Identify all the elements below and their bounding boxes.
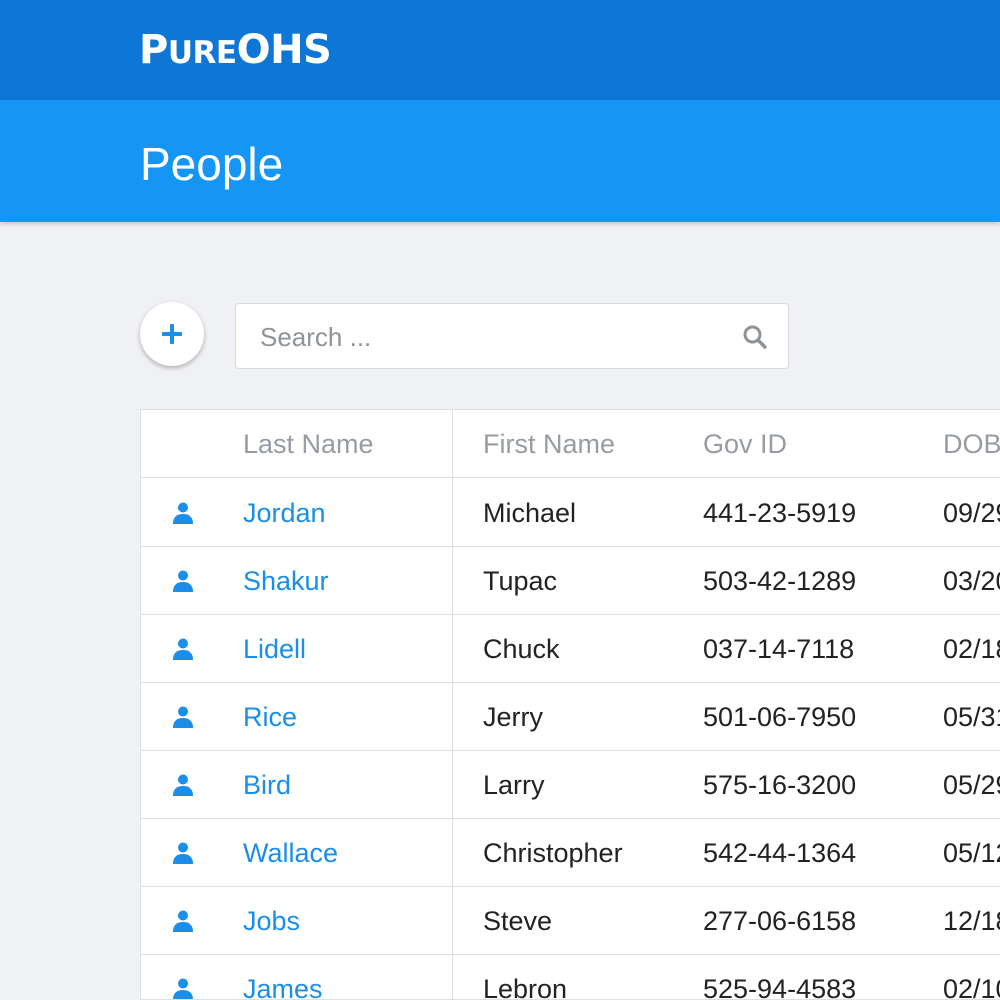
page-title: People bbox=[140, 138, 284, 190]
plus-icon bbox=[162, 324, 182, 344]
last-name-link[interactable]: Rice bbox=[243, 683, 297, 751]
first-name-cell: Christopher bbox=[483, 838, 623, 868]
logo-ohs: OHS bbox=[236, 27, 332, 73]
gov-id-cell: 277-06-6158 bbox=[703, 906, 857, 936]
table-row[interactable]: Bird Larry 575-16-3200 05/29 bbox=[141, 751, 1000, 819]
first-name-cell: Jerry bbox=[483, 702, 543, 732]
first-name-cell: Chuck bbox=[483, 634, 560, 664]
table-row[interactable]: James Lebron 525-94-4583 02/10 bbox=[141, 955, 1000, 1000]
dob-cell: 09/29 bbox=[943, 498, 1000, 528]
dob-cell: 05/31 bbox=[943, 702, 1000, 732]
dob-cell: 02/10 bbox=[943, 974, 1000, 1000]
person-icon bbox=[171, 977, 195, 999]
dob-cell: 05/29 bbox=[943, 770, 1000, 800]
gov-id-cell: 575-16-3200 bbox=[703, 770, 857, 800]
gov-id-cell: 037-14-7118 bbox=[703, 634, 855, 664]
gov-id-cell: 503-42-1289 bbox=[703, 566, 857, 596]
last-name-link[interactable]: Lidell bbox=[243, 615, 306, 683]
gov-id-cell: 542-44-1364 bbox=[703, 838, 857, 868]
search-input[interactable] bbox=[260, 318, 730, 356]
add-person-button[interactable] bbox=[140, 302, 204, 366]
gov-id-cell: 525-94-4583 bbox=[703, 974, 857, 1000]
last-name-link[interactable]: Jordan bbox=[243, 479, 326, 547]
person-icon bbox=[171, 909, 195, 933]
people-table: Last Name First Name Gov ID DOB Jordan M… bbox=[140, 409, 1000, 1000]
search-box bbox=[235, 303, 789, 369]
table-row[interactable]: Lidell Chuck 037-14-7118 02/18 bbox=[141, 615, 1000, 683]
dob-cell: 05/12 bbox=[943, 838, 1000, 868]
column-header-gov-id[interactable]: Gov ID bbox=[703, 410, 787, 478]
table-row[interactable]: Rice Jerry 501-06-7950 05/31 bbox=[141, 683, 1000, 751]
first-name-cell: Steve bbox=[483, 906, 553, 936]
person-icon bbox=[171, 637, 195, 661]
logo-small-caps: URE bbox=[167, 35, 237, 71]
column-header-dob[interactable]: DOB bbox=[943, 410, 1000, 478]
page-header: People bbox=[0, 100, 1000, 222]
table-header-row: Last Name First Name Gov ID DOB bbox=[141, 410, 1000, 478]
last-name-link[interactable]: Jobs bbox=[243, 887, 300, 955]
last-name-link[interactable]: Wallace bbox=[243, 819, 338, 887]
table-row[interactable]: Shakur Tupac 503-42-1289 03/20 bbox=[141, 547, 1000, 615]
first-name-cell: Lebron bbox=[483, 974, 568, 1000]
first-name-cell: Larry bbox=[483, 770, 545, 800]
pureohs-logo[interactable]: PUREOHS bbox=[139, 27, 332, 75]
column-header-first-name[interactable]: First Name bbox=[483, 410, 615, 478]
table-row[interactable]: Jobs Steve 277-06-6158 12/18 bbox=[141, 887, 1000, 955]
person-icon bbox=[171, 705, 195, 729]
top-navbar: PUREOHS bbox=[0, 0, 1000, 100]
table-row[interactable]: Jordan Michael 441-23-5919 09/29 bbox=[141, 479, 1000, 547]
dob-cell: 02/18 bbox=[943, 634, 1000, 664]
last-name-link[interactable]: Shakur bbox=[243, 547, 329, 615]
person-icon bbox=[171, 773, 195, 797]
logo-letter-p: P bbox=[139, 27, 168, 73]
first-name-cell: Michael bbox=[483, 498, 577, 528]
dob-cell: 12/18 bbox=[943, 906, 1000, 936]
gov-id-cell: 441-23-5919 bbox=[703, 498, 857, 528]
person-icon bbox=[171, 501, 195, 525]
person-icon bbox=[171, 841, 195, 865]
person-icon bbox=[171, 569, 195, 593]
table-row[interactable]: Wallace Christopher 542-44-1364 05/12 bbox=[141, 819, 1000, 887]
gov-id-cell: 501-06-7950 bbox=[703, 702, 857, 732]
dob-cell: 03/20 bbox=[943, 566, 1000, 596]
search-icon[interactable] bbox=[742, 324, 768, 350]
last-name-link[interactable]: Bird bbox=[243, 751, 291, 819]
last-name-link[interactable]: James bbox=[243, 955, 323, 999]
column-header-last-name[interactable]: Last Name bbox=[243, 410, 374, 478]
first-name-cell: Tupac bbox=[483, 566, 558, 596]
